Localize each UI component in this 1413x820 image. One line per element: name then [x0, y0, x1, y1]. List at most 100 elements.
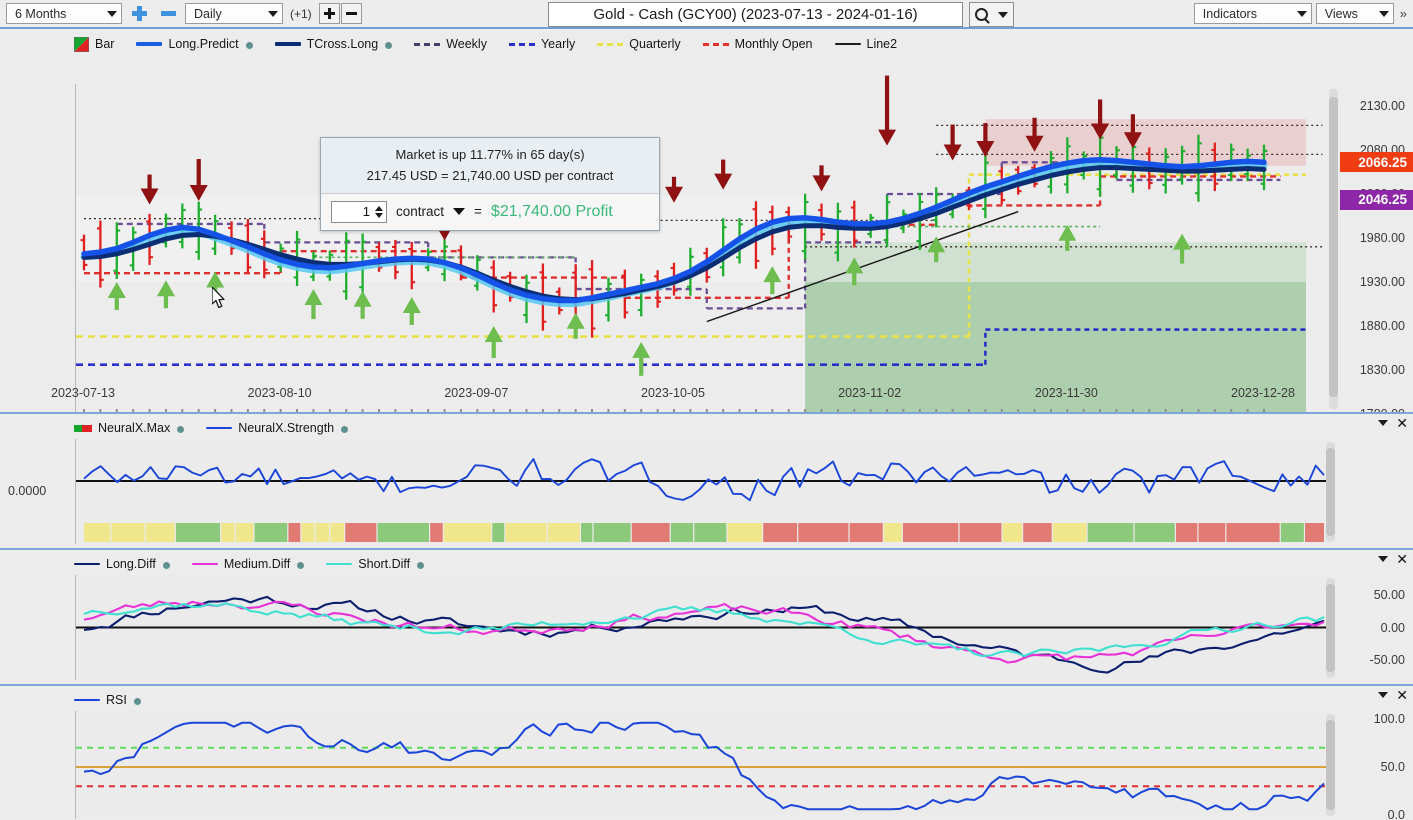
- line-swatch-icon: [326, 563, 353, 565]
- chevron-down-icon: [107, 10, 117, 17]
- price-axis-tick: 2130.00: [1359, 99, 1405, 113]
- legend-item-bar[interactable]: Bar: [74, 36, 115, 52]
- legend-item-short-diff[interactable]: Short.Diff: [326, 557, 425, 571]
- neuralx-vertical-scrollbar[interactable]: [1326, 442, 1335, 542]
- quantity-value: 1: [362, 204, 370, 220]
- legend-item-tcross-long[interactable]: TCross.Long: [274, 37, 393, 51]
- legend-item-rsi[interactable]: RSI: [74, 693, 141, 707]
- profit-tooltip[interactable]: Market is up 11.77% in 65 day(s) 217.45 …: [320, 137, 660, 231]
- period-dropdown[interactable]: 6 Months: [6, 3, 122, 24]
- close-icon[interactable]: ✕: [1396, 416, 1408, 430]
- legend-item-neuralx-strength[interactable]: NeuralX.Strength: [206, 421, 349, 435]
- views-value: Views: [1324, 6, 1358, 21]
- price-vertical-scrollbar[interactable]: [1329, 89, 1338, 409]
- diff-axis-tick: 0.00: [1380, 620, 1405, 635]
- diff-axis-tick: -50.00: [1369, 653, 1405, 668]
- legend-item-weekly[interactable]: Weekly: [414, 37, 487, 51]
- legend-label: TCross.Long: [306, 37, 379, 51]
- symbol-input[interactable]: Gold - Cash (GCY00) (2023-07-13 - 2024-0…: [548, 2, 963, 27]
- indicators-value: Indicators: [1202, 6, 1257, 21]
- toolbar-right-group: Indicators Views »: [1193, 3, 1409, 24]
- bar-count-decrease-button[interactable]: [340, 3, 362, 24]
- legend-settings-dot-icon[interactable]: [417, 562, 425, 569]
- rsi-chart-canvas: [76, 721, 1326, 811]
- legend-settings-dot-icon[interactable]: [385, 42, 393, 49]
- interval-dropdown[interactable]: Daily: [185, 3, 283, 24]
- close-icon[interactable]: ✕: [1396, 552, 1408, 566]
- diff-y-axis[interactable]: 50.00 0.00 -50.00: [1340, 575, 1413, 680]
- diff-chart-canvas: [76, 595, 1326, 674]
- dashed-swatch-icon: [597, 42, 624, 46]
- chevron-down-icon[interactable]: [453, 208, 466, 216]
- chevron-up-icon[interactable]: [375, 205, 383, 211]
- price-chart-canvas: [76, 75, 1323, 414]
- rsi-plot-area[interactable]: [75, 711, 1330, 819]
- legend-label: Bar: [95, 37, 115, 51]
- rsi-vertical-scrollbar[interactable]: [1326, 714, 1335, 816]
- legend-settings-dot-icon[interactable]: [177, 426, 185, 433]
- views-dropdown[interactable]: Views: [1315, 3, 1394, 24]
- chevron-down-icon: [1378, 10, 1389, 17]
- legend-item-line2[interactable]: Line2: [834, 37, 897, 51]
- plus-icon: [323, 8, 335, 19]
- legend-settings-dot-icon[interactable]: [297, 562, 305, 569]
- rsi-y-axis[interactable]: 100.0 50.0 0.0: [1340, 711, 1413, 820]
- date-axis-tick: 2023-11-02: [838, 386, 902, 400]
- current-price-flag: 2066.25: [1340, 152, 1413, 173]
- date-axis-tick: 2023-10-05: [641, 386, 705, 400]
- search-icon: [975, 8, 988, 21]
- legend-settings-dot-icon[interactable]: [341, 426, 349, 433]
- legend-item-neuralx-max[interactable]: NeuralX.Max: [74, 421, 185, 435]
- diff-plot-area[interactable]: [75, 575, 1330, 680]
- chevron-down-icon: [268, 10, 278, 17]
- line-swatch-icon: [74, 563, 100, 565]
- legend-label: NeuralX.Max: [98, 421, 171, 435]
- chevron-down-icon[interactable]: [1378, 692, 1389, 698]
- indicators-dropdown[interactable]: Indicators: [1193, 3, 1312, 24]
- chevron-down-icon[interactable]: [1378, 556, 1389, 562]
- period-zoom-in-button[interactable]: [127, 2, 151, 25]
- legend-settings-dot-icon[interactable]: [133, 698, 141, 705]
- neuralx-swatch-icon: [74, 423, 92, 434]
- unit-label: contract: [396, 204, 445, 220]
- bar-count-increase-button[interactable]: [318, 3, 340, 24]
- neuralx-plot-area[interactable]: [75, 439, 1330, 544]
- symbol-search-button[interactable]: [969, 2, 1014, 27]
- neuralx-panel-controls: ✕: [1378, 416, 1408, 430]
- neuralx-zero-label: 0.0000: [8, 484, 47, 498]
- contract-quantity-stepper[interactable]: 1: [331, 200, 387, 223]
- close-icon[interactable]: ✕: [1396, 688, 1408, 702]
- legend-item-monthly-open[interactable]: Monthly Open: [702, 37, 813, 51]
- line-swatch-icon: [74, 699, 100, 701]
- price-chart-legend: Bar Long.Predict TCross.Long Weekly Year…: [74, 33, 897, 55]
- interval-value: Daily: [194, 6, 222, 21]
- period-zoom-out-button[interactable]: [156, 2, 180, 25]
- price-chart-panel: Bar Long.Predict TCross.Long Weekly Year…: [0, 29, 1413, 421]
- legend-settings-dot-icon[interactable]: [245, 42, 253, 49]
- chevron-down-icon: [1296, 10, 1307, 17]
- price-y-axis[interactable]: 2130.002080.002030.001980.001930.001880.…: [1340, 84, 1413, 421]
- legend-item-quarterly[interactable]: Quarterly: [597, 37, 681, 51]
- minus-icon: [160, 6, 176, 21]
- chevron-down-icon[interactable]: [375, 212, 383, 218]
- legend-label: Long.Diff: [106, 557, 156, 571]
- price-plot-area[interactable]: [75, 75, 1340, 414]
- stepper-arrows[interactable]: [375, 205, 383, 218]
- legend-item-long-predict[interactable]: Long.Predict: [136, 37, 253, 51]
- dashed-swatch-icon: [702, 42, 729, 46]
- legend-item-long-diff[interactable]: Long.Diff: [74, 557, 170, 571]
- toolbar-overflow-button[interactable]: »: [1398, 6, 1409, 21]
- price-axis-tick: 1980.00: [1359, 231, 1405, 245]
- diff-vertical-scrollbar[interactable]: [1326, 578, 1335, 678]
- chevron-down-icon[interactable]: [1378, 420, 1389, 426]
- legend-settings-dot-icon[interactable]: [162, 562, 170, 569]
- legend-item-medium-diff[interactable]: Medium.Diff: [191, 557, 305, 571]
- date-axis-tick: 2023-09-07: [444, 386, 509, 400]
- legend-item-yearly[interactable]: Yearly: [508, 37, 575, 51]
- plus-icon: [131, 6, 147, 21]
- period-value: 6 Months: [15, 6, 67, 21]
- price-x-axis: 2023-07-13 2023-08-10 2023-09-07 2023-10-05…: [0, 386, 1413, 410]
- legend-label: NeuralX.Strength: [238, 421, 335, 435]
- offset-label: (+1): [290, 6, 312, 21]
- line-swatch-icon: [191, 563, 218, 565]
